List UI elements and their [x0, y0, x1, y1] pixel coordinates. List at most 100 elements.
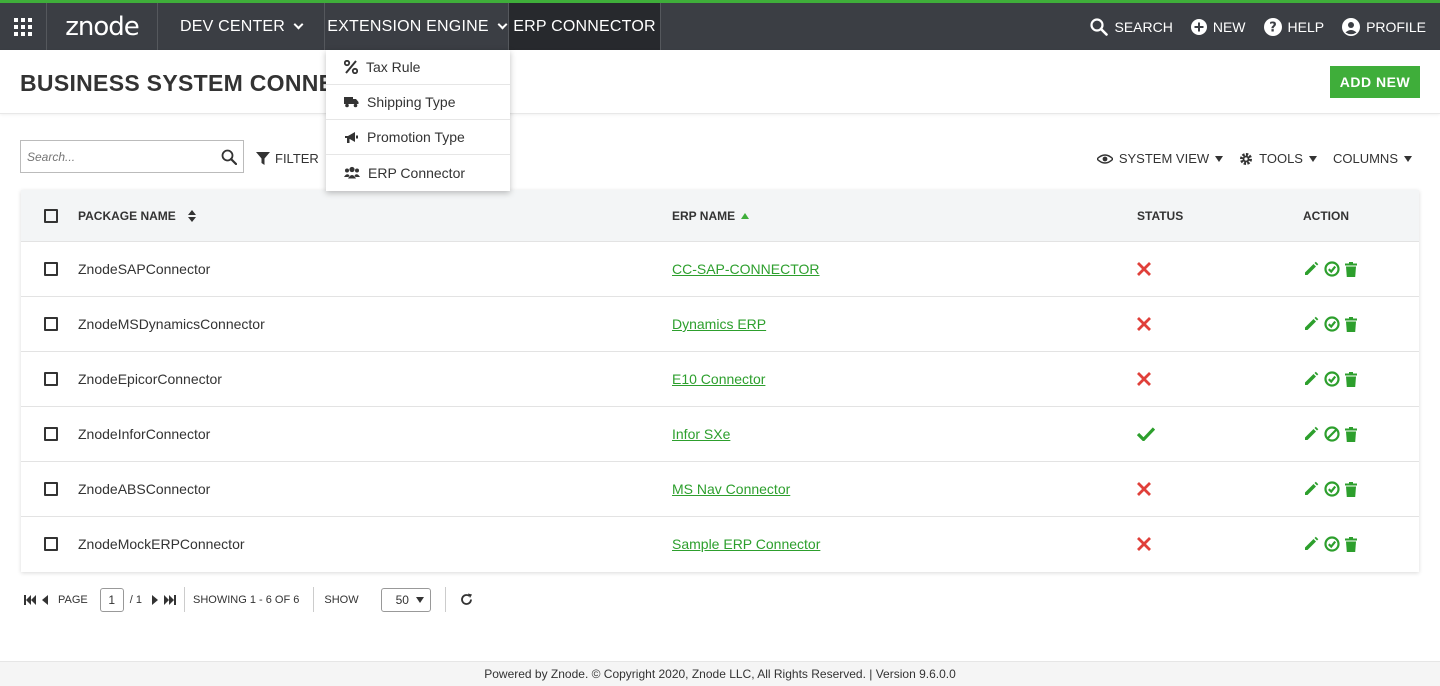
header-package-name[interactable]: PACKAGE NAME	[78, 209, 196, 223]
close-icon	[1137, 262, 1151, 276]
edit-icon[interactable]	[1303, 261, 1319, 277]
profile-link[interactable]: PROFILE	[1342, 17, 1426, 36]
trash-icon[interactable]	[1345, 261, 1357, 277]
trash-icon[interactable]	[1345, 371, 1357, 387]
page-number-input[interactable]: 1	[99, 587, 124, 612]
gear-icon	[1240, 152, 1253, 165]
nav-extension-engine-label: EXTENSION ENGINE	[327, 17, 489, 35]
trash-icon[interactable]	[1345, 536, 1357, 552]
last-page-icon[interactable]	[164, 594, 176, 605]
pagination-bar: PAGE 1 / 1 SHOWING 1 - 6 OF 6 SHOW 50	[24, 587, 473, 612]
table-body: ZnodeSAPConnector CC-SAP-CONNECTOR ZnodeMS…	[21, 241, 1419, 571]
search-input[interactable]	[27, 149, 221, 164]
help-link[interactable]: ? HELP	[1263, 17, 1324, 36]
row-select-cell	[44, 262, 58, 276]
check-icon	[1137, 427, 1155, 441]
erp-name-link[interactable]: Infor SXe	[672, 426, 730, 442]
action-cell	[1303, 371, 1357, 387]
row-checkbox[interactable]	[44, 372, 58, 386]
chevron-down-icon	[497, 19, 508, 30]
erp-name-link[interactable]: Sample ERP Connector	[672, 536, 820, 552]
erp-name-cell: Dynamics ERP	[672, 316, 766, 332]
nav-dev-center[interactable]: DEV CENTER	[158, 3, 325, 50]
row-checkbox[interactable]	[44, 482, 58, 496]
tools-dropdown[interactable]: TOOLS	[1239, 151, 1317, 166]
first-page-icon[interactable]	[24, 594, 36, 605]
search-icon[interactable]	[221, 149, 237, 165]
header-action: ACTION	[1303, 209, 1349, 223]
filter-label: FILTER	[275, 151, 319, 166]
menu-item-tax-rule[interactable]: Tax Rule	[326, 50, 510, 85]
action-cell	[1303, 481, 1357, 497]
action-cell	[1303, 536, 1357, 552]
enable-icon[interactable]	[1324, 481, 1340, 497]
divider	[184, 587, 185, 612]
erp-name-link[interactable]: MS Nav Connector	[672, 481, 790, 497]
new-link[interactable]: NEW	[1190, 18, 1246, 35]
status-cell	[1137, 482, 1151, 496]
action-cell	[1303, 426, 1357, 442]
enable-icon[interactable]	[1324, 316, 1340, 332]
system-view-dropdown[interactable]: SYSTEM VIEW	[1096, 151, 1224, 166]
edit-icon[interactable]	[1303, 536, 1319, 552]
enable-icon[interactable]	[1324, 371, 1340, 387]
top-navbar: znode DEV CENTER EXTENSION ENGINE ERP CO…	[0, 0, 1440, 50]
row-checkbox[interactable]	[44, 317, 58, 331]
filter-button[interactable]: FILTER	[256, 151, 319, 166]
close-icon	[1137, 372, 1151, 386]
caret-down-icon	[415, 596, 424, 603]
disable-icon[interactable]	[1324, 426, 1340, 442]
edit-icon[interactable]	[1303, 426, 1319, 442]
showing-count: SHOWING 1 - 6 OF 6	[193, 593, 300, 606]
package-name: ZnodeSAPConnector	[78, 261, 211, 277]
nav-extension-engine[interactable]: EXTENSION ENGINE	[325, 3, 509, 50]
row-checkbox[interactable]	[44, 262, 58, 276]
row-checkbox[interactable]	[44, 537, 58, 551]
columns-dropdown[interactable]: COLUMNS	[1333, 151, 1412, 166]
previous-page-icon[interactable]	[42, 594, 48, 605]
table-header: PACKAGE NAME ERP NAME STATUS ACTION	[21, 190, 1419, 241]
page-header: BUSINESS SYSTEM CONNECTOR ADD NEW	[0, 50, 1440, 114]
show-label: SHOW	[324, 593, 359, 606]
erp-name-link[interactable]: E10 Connector	[672, 371, 765, 387]
grid-tools: SYSTEM VIEW TOOLS COLUMNS	[1096, 151, 1412, 166]
help-icon: ?	[1263, 17, 1282, 36]
edit-icon[interactable]	[1303, 371, 1319, 387]
enable-icon[interactable]	[1324, 261, 1340, 277]
plus-circle-icon	[1190, 18, 1207, 35]
select-all-checkbox[interactable]	[44, 208, 58, 223]
enable-icon[interactable]	[1324, 536, 1340, 552]
sort-icon	[187, 209, 196, 222]
app-grid-icon[interactable]	[0, 3, 47, 50]
header-erp-name[interactable]: ERP NAME	[672, 209, 750, 223]
row-checkbox[interactable]	[44, 427, 58, 441]
menu-item-promotion-type[interactable]: Promotion Type	[326, 120, 510, 155]
menu-item-label: ERP Connector	[368, 164, 466, 181]
package-name: ZnodeEpicorConnector	[78, 371, 222, 387]
package-name-cell: ZnodeEpicorConnector	[78, 371, 222, 387]
chevron-down-icon	[293, 19, 304, 30]
edit-icon[interactable]	[1303, 481, 1319, 497]
close-icon	[1137, 482, 1151, 496]
znode-logo[interactable]: znode	[47, 3, 158, 50]
erp-name-link[interactable]: CC-SAP-CONNECTOR	[672, 261, 820, 277]
trash-icon[interactable]	[1345, 481, 1357, 497]
page-size-select[interactable]: 50	[380, 587, 431, 612]
menu-item-erp-connector[interactable]: ERP Connector	[326, 155, 510, 190]
refresh-icon[interactable]	[460, 593, 473, 606]
page-label: PAGE	[58, 593, 88, 606]
erp-name-link[interactable]: Dynamics ERP	[672, 316, 766, 332]
trash-icon[interactable]	[1345, 316, 1357, 332]
trash-icon[interactable]	[1345, 426, 1357, 442]
nav-erp-connector[interactable]: ERP CONNECTOR	[509, 3, 661, 50]
status-cell	[1137, 372, 1151, 386]
package-name-cell: ZnodeMockERPConnector	[78, 536, 245, 552]
action-cell	[1303, 316, 1357, 332]
erp-name-cell: Infor SXe	[672, 426, 730, 442]
edit-icon[interactable]	[1303, 316, 1319, 332]
action-cell	[1303, 261, 1357, 277]
next-page-icon[interactable]	[152, 594, 158, 605]
menu-item-shipping-type[interactable]: Shipping Type	[326, 85, 510, 120]
search-link[interactable]: SEARCH	[1090, 17, 1173, 36]
add-new-button[interactable]: ADD NEW	[1330, 66, 1420, 98]
